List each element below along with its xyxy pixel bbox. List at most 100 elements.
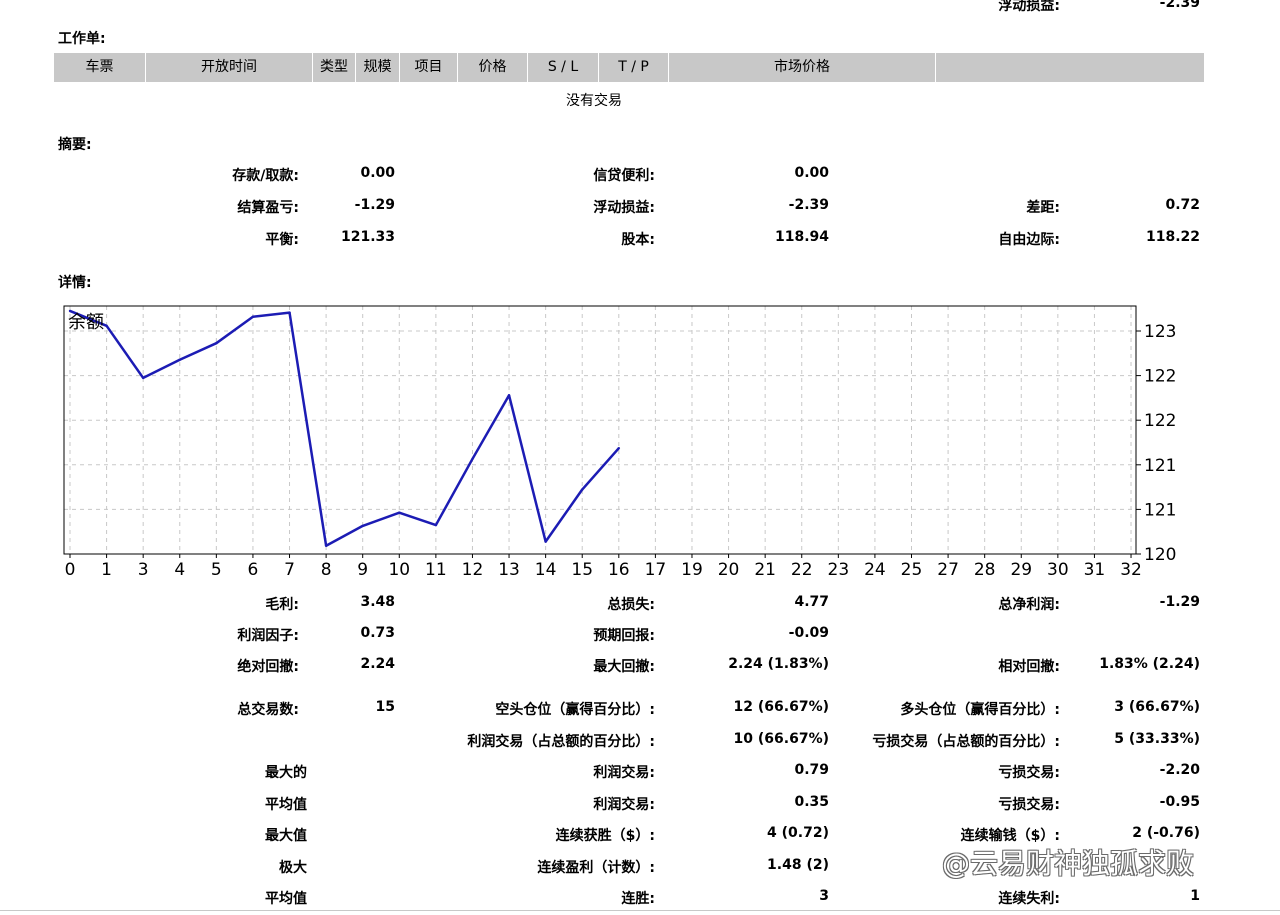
balance-value: 121.33	[340, 229, 395, 245]
balance-point	[544, 540, 547, 543]
summary-title: 摘要:	[58, 137, 92, 153]
maximal-label: 极大	[279, 860, 307, 876]
gross-loss-value: 4.77	[794, 594, 829, 610]
y-tick-label: 122	[1144, 411, 1176, 431]
loss-trades-value: 5 (33.33%)	[1114, 731, 1200, 747]
max-drawdown-value: 2.24 (1.83%)	[728, 656, 829, 672]
col-tp[interactable]: T / P	[599, 53, 669, 82]
x-tick-label: 10	[388, 560, 410, 580]
total-trades-label: 总交易数:	[237, 702, 299, 718]
gross-loss-label: 总损失:	[607, 597, 655, 613]
abs-drawdown-value: 2.24	[360, 656, 395, 672]
col-blank	[936, 53, 1204, 82]
x-tick-label: 12	[462, 560, 484, 580]
balance-label: 平衡:	[265, 232, 299, 248]
no-trades-text: 没有交易	[566, 93, 622, 109]
avg-loss-label: 亏损交易:	[998, 797, 1060, 813]
top-floating-value: -2.39	[1159, 0, 1200, 11]
col-open-time[interactable]: 开放时间	[146, 53, 313, 82]
free-margin-label: 自由边际:	[998, 232, 1060, 248]
profit-factor-value: 0.73	[360, 625, 395, 641]
short-positions-label: 空头仓位（赢得百分比）:	[495, 702, 655, 718]
x-tick-label: 22	[791, 560, 813, 580]
x-tick-label: 4	[174, 560, 185, 580]
series-label: 余额	[68, 312, 104, 333]
spread-value: 0.72	[1165, 197, 1200, 213]
col-sl[interactable]: S / L	[528, 53, 599, 82]
balance-point	[617, 446, 621, 450]
floating-pl-label: 浮动损益:	[593, 200, 655, 216]
net-profit-label: 总净利润:	[998, 597, 1060, 613]
max-drawdown-label: 最大回撤:	[593, 659, 655, 675]
largest-profit-value: 0.79	[794, 762, 829, 778]
chart-plot-area	[64, 306, 1136, 554]
work-orders-table-header: 车票 开放时间 类型 规模 项目 价格 S / L T / P 市场价格	[54, 53, 1204, 82]
y-tick-label: 121	[1144, 500, 1176, 520]
x-tick-label: 30	[1047, 560, 1069, 580]
rel-drawdown-label: 相对回撤:	[998, 659, 1060, 675]
max-consec-wins-label: 连续获胜（$）:	[555, 828, 655, 844]
x-tick-label: 14	[535, 560, 557, 580]
average-label: 平均值	[265, 797, 307, 813]
max-consec-wins-value: 4 (0.72)	[767, 825, 829, 841]
details-title: 详情:	[58, 275, 92, 291]
col-ticket[interactable]: 车票	[54, 53, 146, 82]
col-price[interactable]: 价格	[458, 53, 528, 82]
balance-point	[251, 315, 255, 318]
x-tick-label: 5	[211, 560, 222, 580]
avg-consec-wins-value: 3	[819, 888, 829, 904]
x-tick-label: 17	[645, 560, 667, 580]
x-tick-label: 19	[681, 560, 703, 580]
avg-consec-wins-label: 连胜:	[621, 891, 655, 907]
x-tick-label: 31	[1084, 560, 1106, 580]
net-profit-value: -1.29	[1159, 594, 1200, 610]
x-tick-label: 7	[284, 560, 295, 580]
x-tick-label: 28	[974, 560, 996, 580]
bottom-divider	[0, 910, 1280, 911]
col-size[interactable]: 规模	[356, 53, 400, 82]
balance-point	[178, 358, 181, 361]
x-tick-label: 24	[864, 560, 886, 580]
x-tick-label: 29	[1010, 560, 1032, 580]
balance-point	[398, 511, 401, 514]
total-trades-value: 15	[375, 699, 395, 715]
y-tick-label: 121	[1144, 456, 1176, 476]
largest-loss-value: -2.20	[1159, 762, 1200, 778]
credit-value: 0.00	[794, 165, 829, 181]
x-tick-label: 9	[357, 560, 368, 580]
balance-point	[288, 311, 291, 314]
profit-trades-label: 利润交易（占总额的百分比）:	[467, 734, 655, 750]
expected-payoff-label: 预期回报:	[593, 628, 655, 644]
x-tick-label: 27	[937, 560, 959, 580]
x-tick-label: 1	[101, 560, 112, 580]
closed-pl-value: -1.29	[354, 197, 395, 213]
x-tick-label: 8	[321, 560, 332, 580]
col-type[interactable]: 类型	[313, 53, 356, 82]
avg-loss-value: -0.95	[1159, 794, 1200, 810]
col-item[interactable]: 项目	[400, 53, 458, 82]
free-margin-value: 118.22	[1145, 229, 1200, 245]
max-consec-losses-value: 2 (-0.76)	[1132, 825, 1200, 841]
watermark: @云易财神独孤求败	[942, 847, 1195, 880]
spread-label: 差距:	[1026, 200, 1060, 216]
balance-chart-svg: 0 1 3 4 5 6 7 8 9 10 11 12 13 14 15 16 17 19 20 21 22 23 24 25 2…	[63, 305, 1176, 580]
deposit-label: 存款/取款:	[232, 168, 299, 184]
col-market-price[interactable]: 市场价格	[669, 53, 936, 82]
balance-chart: 0 1 3 4 5 6 7 8 9 10 11 12 13 14 15 16 17 19 20 21 22 23 24 25 2…	[56, 298, 1216, 588]
gross-profit-label: 毛利:	[265, 597, 299, 613]
deposit-value: 0.00	[360, 165, 395, 181]
abs-drawdown-label: 绝对回撤:	[237, 659, 299, 675]
long-positions-value: 3 (66.67%)	[1114, 699, 1200, 715]
x-tick-label: 23	[828, 560, 850, 580]
x-tick-label: 0	[65, 560, 76, 580]
profit-trades-value: 10 (66.67%)	[733, 731, 829, 747]
x-tick-label: 13	[498, 560, 520, 580]
maximal-profit-value: 1.48 (2)	[767, 857, 829, 873]
avg-consec-losses-label: 连续失利:	[998, 891, 1060, 907]
average2-label: 平均值	[265, 891, 307, 907]
largest-loss-label: 亏损交易:	[998, 765, 1060, 781]
x-tick-label: 3	[138, 560, 149, 580]
x-tick-label: 21	[754, 560, 776, 580]
largest-profit-label: 利润交易:	[593, 765, 655, 781]
x-tick-label: 6	[248, 560, 259, 580]
